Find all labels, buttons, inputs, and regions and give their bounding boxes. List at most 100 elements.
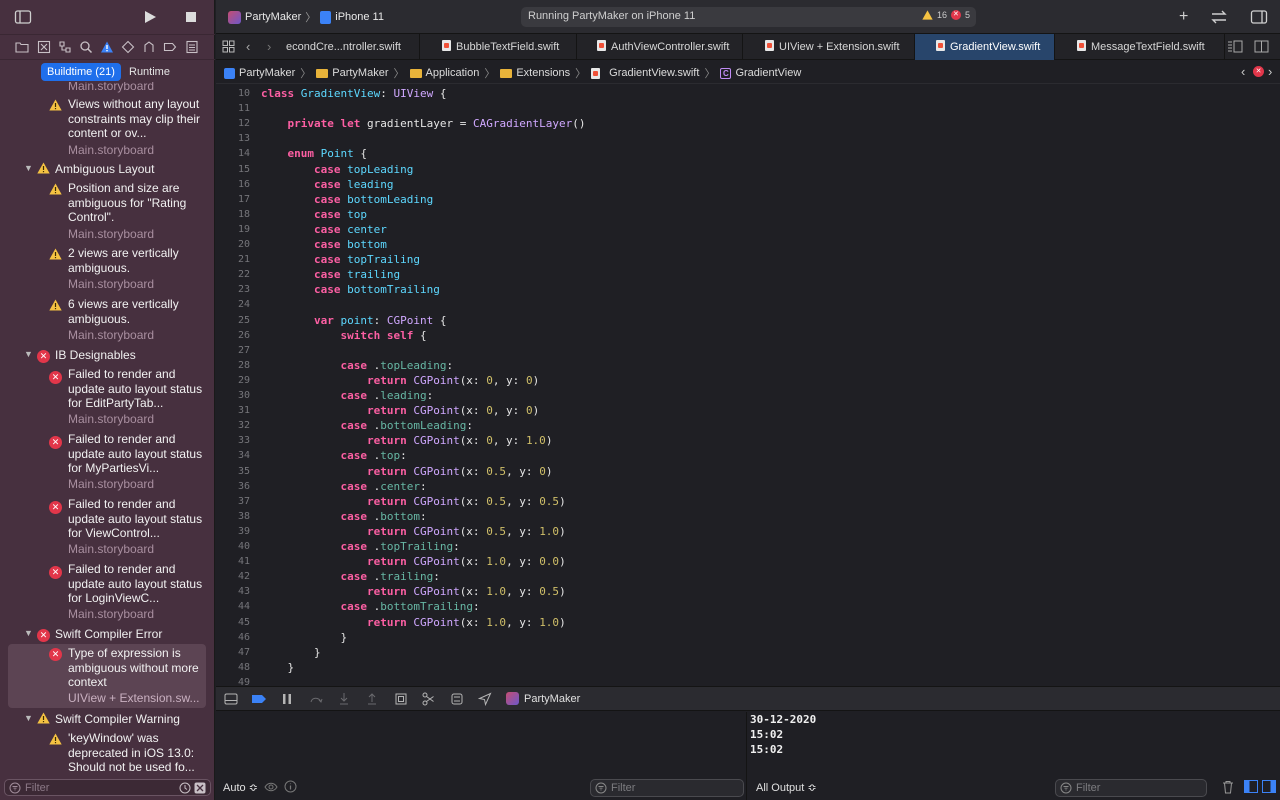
add-icon[interactable]: + (1179, 8, 1188, 26)
code-line[interactable]: 45 return CGPoint(x: 1.0, y: 1.0) (216, 615, 1280, 630)
issue-item[interactable]: ✕ Failed to render and update auto layou… (0, 562, 215, 626)
console-filter-input[interactable] (1076, 782, 1186, 794)
code-line[interactable]: 13 (216, 131, 1280, 146)
forward-icon[interactable]: › (267, 39, 271, 54)
runtime-segment[interactable]: Runtime (123, 63, 176, 81)
issue-group-ib-designables[interactable]: ▼ ✕ IB Designables (0, 347, 215, 365)
tab-bubbletextfield[interactable]: BubbleTextField.swift (420, 34, 577, 60)
issue-item[interactable]: 'keyWindow' was deprecated in iOS 13.0: … (0, 731, 215, 776)
issue-item[interactable]: Views without any layout constraints may… (0, 97, 215, 169)
code-review-icon[interactable] (1209, 8, 1229, 31)
issue-item[interactable]: 2 views are vertically ambiguous. Main.s… (0, 246, 215, 294)
scheme-selector[interactable]: PartyMaker 〉 iPhone 11 (228, 9, 384, 25)
simulate-location-icon[interactable] (477, 692, 492, 707)
step-over-icon[interactable] (309, 692, 323, 706)
issue-item[interactable]: 6 views are vertically ambiguous. Main.s… (0, 297, 215, 345)
trash-icon[interactable] (1222, 780, 1234, 797)
source-editor[interactable]: 10 class GradientView: UIView {11 12 priva… (216, 85, 1280, 685)
code-line[interactable]: 32 case .bottomLeading: (216, 418, 1280, 433)
folder-navigator-icon[interactable] (15, 40, 29, 54)
code-line[interactable]: 17 case bottomLeading (216, 192, 1280, 207)
code-line[interactable]: 19 case center (216, 222, 1280, 237)
code-line[interactable]: 42 case .trailing: (216, 569, 1280, 584)
code-line[interactable]: 49 (216, 675, 1280, 685)
code-line[interactable]: 27 (216, 343, 1280, 358)
tab-second-controller[interactable]: econdCre...ntroller.swift (280, 34, 420, 60)
code-line[interactable]: 12 private let gradientLayer = CAGradien… (216, 116, 1280, 131)
code-line[interactable]: 38 case .bottom: (216, 509, 1280, 524)
chevron-down-icon[interactable]: ▼ (24, 349, 33, 359)
code-line[interactable]: 39 return CGPoint(x: 0.5, y: 1.0) (216, 524, 1280, 539)
test-navigator-icon[interactable] (121, 40, 135, 54)
issue-counts[interactable]: 16 ✕ 5 (922, 10, 970, 20)
editor-options-icon[interactable] (1227, 40, 1243, 56)
code-line[interactable]: 11 (216, 101, 1280, 116)
code-line[interactable]: 25 var point: CGPoint { (216, 313, 1280, 328)
view-hierarchy-icon[interactable] (394, 692, 408, 706)
issue-item[interactable]: ✕ Failed to render and update auto layou… (0, 497, 215, 561)
breadcrumb-group-application[interactable]: Application (409, 67, 479, 79)
issue-item[interactable]: Position and size are ambiguous for "Rat… (0, 181, 215, 245)
console-filter-field[interactable] (1055, 779, 1207, 797)
issue-filter-field[interactable] (4, 779, 211, 796)
breakpoint-navigator-icon[interactable] (163, 40, 177, 54)
code-line[interactable]: 30 case .leading: (216, 388, 1280, 403)
issue-item-selected[interactable]: ✕ Type of expression is ambiguous withou… (8, 644, 206, 708)
report-navigator-icon[interactable] (185, 40, 199, 54)
code-line[interactable]: 31 return CGPoint(x: 0, y: 0) (216, 403, 1280, 418)
breadcrumb-group-partymaker[interactable]: PartyMaker (316, 67, 389, 79)
issue-filter-input[interactable] (25, 781, 175, 794)
tab-gradientview[interactable]: GradientView.swift (915, 34, 1055, 60)
code-line[interactable]: 35 return CGPoint(x: 0.5, y: 0) (216, 464, 1280, 479)
issue-navigator-icon[interactable] (100, 40, 114, 54)
info-icon[interactable] (284, 780, 297, 796)
breadcrumb-project[interactable]: PartyMaker (224, 67, 295, 79)
code-line[interactable]: 18 case top (216, 207, 1280, 222)
code-line[interactable]: 37 return CGPoint(x: 0.5, y: 0.5) (216, 494, 1280, 509)
eye-icon[interactable] (264, 781, 278, 796)
add-editor-icon[interactable] (1254, 40, 1270, 56)
debug-process[interactable]: PartyMaker (506, 692, 580, 705)
code-line[interactable]: 40 case .topTrailing: (216, 539, 1280, 554)
code-line[interactable]: 44 case .bottomTrailing: (216, 599, 1280, 614)
previous-issue-icon[interactable]: ‹ (1241, 64, 1245, 79)
code-line[interactable]: 24 (216, 297, 1280, 312)
grid-icon[interactable] (222, 40, 235, 56)
code-line[interactable]: 47 } (216, 645, 1280, 660)
code-line[interactable]: 14 enum Point { (216, 146, 1280, 161)
back-icon[interactable]: ‹ (246, 39, 250, 54)
code-line[interactable]: 48 } (216, 660, 1280, 675)
activity-viewer[interactable]: Running PartyMaker on iPhone 11 16 ✕ 5 (521, 7, 976, 27)
chevron-down-icon[interactable]: ▼ (24, 628, 33, 638)
next-issue-icon[interactable]: › (1268, 64, 1272, 79)
stop-icon[interactable] (182, 8, 200, 26)
chevron-down-icon[interactable]: ▼ (24, 713, 33, 723)
tab-authviewcontroller[interactable]: AuthViewController.swift (577, 34, 743, 60)
code-line[interactable]: 23 case bottomTrailing (216, 282, 1280, 297)
code-line[interactable]: 10 class GradientView: UIView { (216, 86, 1280, 101)
breakpoints-toggle-icon[interactable] (251, 692, 266, 706)
step-into-icon[interactable] (337, 692, 351, 706)
inspector-toggle-icon[interactable] (1250, 8, 1268, 31)
code-line[interactable]: 20 case bottom (216, 237, 1280, 252)
tab-uiview-extension[interactable]: UIView + Extension.swift (743, 34, 915, 60)
code-line[interactable]: 26 switch self { (216, 328, 1280, 343)
variables-filter-input[interactable] (611, 782, 721, 794)
variables-filter-field[interactable] (590, 779, 744, 797)
code-line[interactable]: 43 return CGPoint(x: 1.0, y: 0.5) (216, 584, 1280, 599)
find-icon[interactable] (79, 40, 93, 54)
code-line[interactable]: 34 case .top: (216, 448, 1280, 463)
environment-overrides-icon[interactable] (450, 692, 464, 706)
tab-messagetextfield[interactable]: MessageTextField.swift (1055, 34, 1225, 60)
issue-item[interactable]: ✕ Failed to render and update auto layou… (0, 432, 215, 496)
code-line[interactable]: 29 return CGPoint(x: 0, y: 0) (216, 373, 1280, 388)
code-line[interactable]: 22 case trailing (216, 267, 1280, 282)
code-line[interactable]: 28 case .topLeading: (216, 358, 1280, 373)
breadcrumb-symbol[interactable]: C GradientView (720, 67, 801, 79)
code-line[interactable]: 41 return CGPoint(x: 1.0, y: 0.0) (216, 554, 1280, 569)
code-line[interactable]: 15 case topLeading (216, 162, 1280, 177)
sidebar-toggle-icon[interactable] (14, 8, 32, 26)
issue-group-swift-compiler-warning[interactable]: ▼ Swift Compiler Warning (0, 711, 215, 729)
split-left-icon[interactable] (1244, 780, 1258, 796)
hide-debug-area-icon[interactable] (224, 692, 238, 706)
